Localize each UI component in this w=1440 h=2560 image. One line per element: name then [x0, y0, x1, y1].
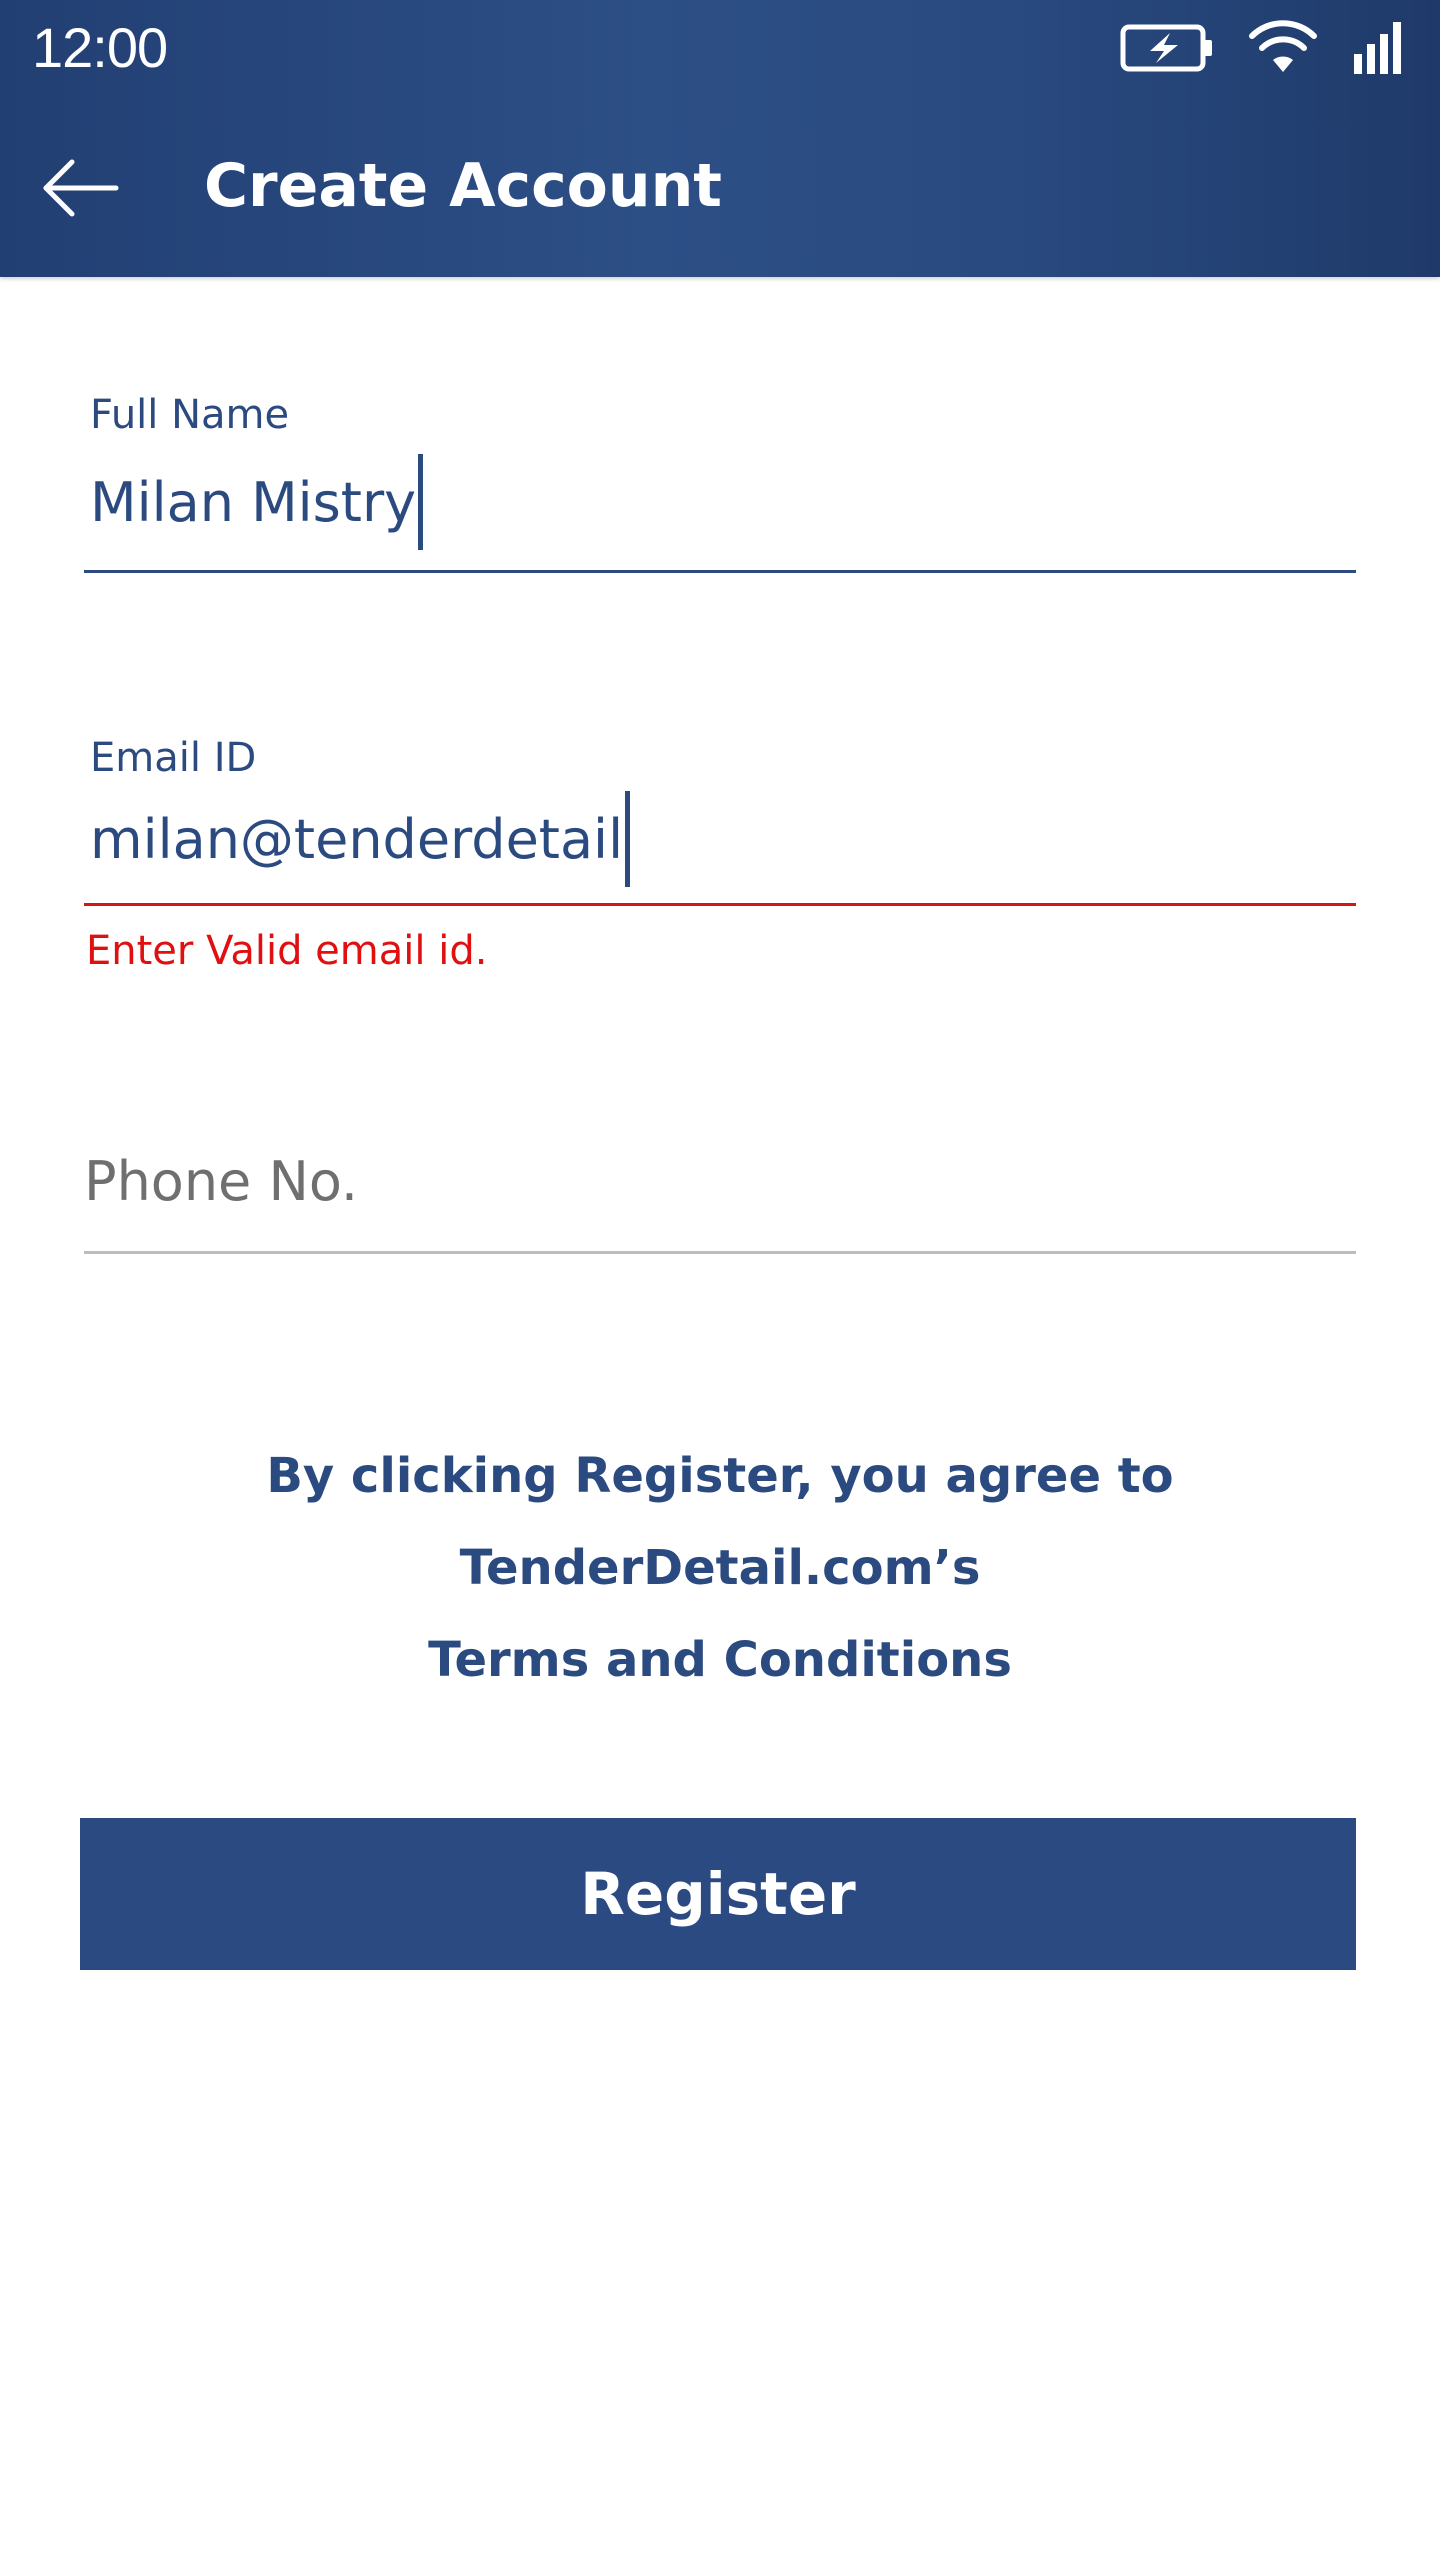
- email-value: milan@tenderdetail: [90, 807, 624, 871]
- email-error-text: Enter Valid email id.: [86, 928, 488, 974]
- status-time: 12:00: [32, 16, 168, 79]
- email-field: Email ID milan@tenderdetail Enter Valid …: [84, 733, 1356, 974]
- full-name-field: Full Name Milan Mistry: [84, 390, 1356, 573]
- email-underline: [84, 903, 1356, 906]
- page-title: Create Account: [204, 151, 722, 221]
- app-header: 12:00 Create Account: [0, 0, 1440, 277]
- full-name-value: Milan Mistry: [90, 470, 417, 534]
- battery-charging-icon: [1120, 24, 1214, 72]
- back-button[interactable]: [30, 140, 130, 240]
- terms-notice: By clicking Register, you agree to Tende…: [60, 1430, 1380, 1706]
- register-button[interactable]: Register: [80, 1818, 1356, 1970]
- wifi-icon: [1248, 20, 1318, 76]
- terms-prefix-text: By clicking Register, you agree to Tende…: [266, 1448, 1174, 1596]
- email-input[interactable]: milan@tenderdetail: [84, 783, 1356, 895]
- phone-field: [84, 1127, 1356, 1254]
- text-caret: [625, 791, 631, 887]
- arrow-left-icon: [40, 158, 120, 223]
- text-caret: [418, 454, 424, 550]
- signal-icon: [1352, 20, 1404, 76]
- email-label: Email ID: [90, 735, 257, 781]
- full-name-input[interactable]: Milan Mistry: [84, 446, 1356, 558]
- full-name-underline: [84, 570, 1356, 573]
- terms-link[interactable]: Terms and Conditions: [60, 1614, 1380, 1706]
- phone-input[interactable]: [84, 1127, 1356, 1237]
- full-name-label: Full Name: [90, 392, 290, 438]
- phone-underline: [84, 1251, 1356, 1254]
- status-icons: [1120, 16, 1404, 80]
